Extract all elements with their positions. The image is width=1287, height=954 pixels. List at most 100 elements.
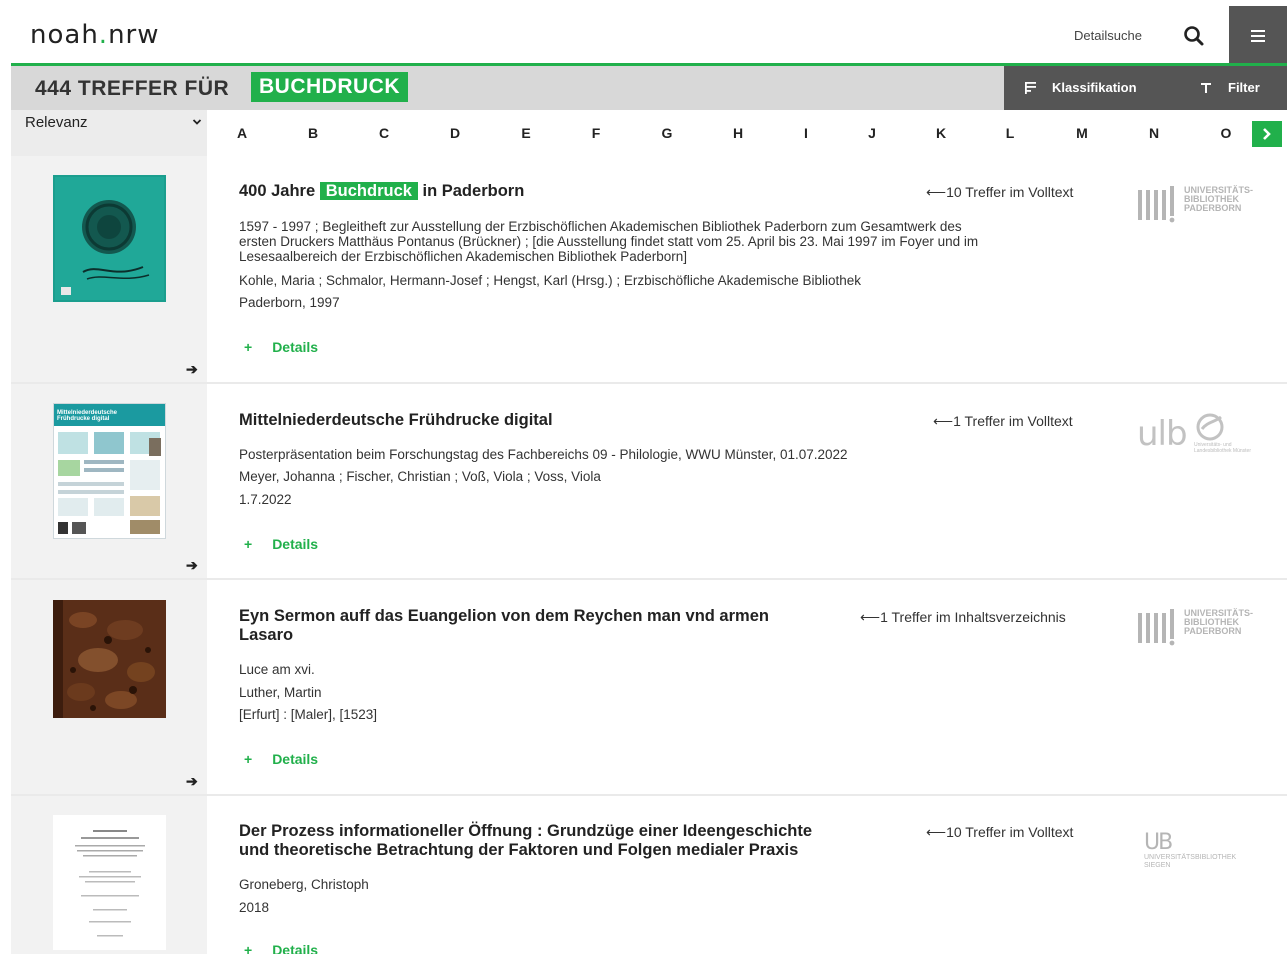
result-title[interactable]: 400 Jahre Buchdruck in Paderborn [239, 182, 524, 201]
ub-paderborn-wordmark: UNIVERSITÄTS- BIBLIOTHEK PADERBORN [1184, 186, 1253, 213]
ub-paderborn-line: PADERBORN [1184, 203, 1242, 213]
title-highlight: Buchdruck [319, 182, 418, 200]
book-cover-thumbnail[interactable] [53, 175, 166, 302]
result-authors: Meyer, Johanna ; Fischer, Christian ; Vo… [239, 469, 601, 484]
filter-label: Filter [1228, 80, 1260, 95]
klassifikation-button[interactable]: Klassifikation [1024, 80, 1137, 95]
alphabet-letter-j[interactable]: J [862, 125, 882, 141]
alphabet-letter-d[interactable]: D [445, 125, 465, 141]
chevron-right-icon [1263, 128, 1271, 140]
details-toggle[interactable]: + Details [244, 751, 318, 767]
plus-icon: + [244, 536, 253, 552]
details-label: Details [272, 942, 319, 954]
search-icon [1184, 26, 1204, 46]
result-description: Lesesaalbereich der Erzbischöflichen Aka… [239, 249, 688, 264]
title-line: Lasaro [239, 626, 294, 644]
search-term-badge: BUCHDRUCK [251, 72, 408, 102]
alphabet-letter-h[interactable]: H [728, 125, 748, 141]
arrow-right-icon[interactable]: ➔ [186, 361, 198, 378]
result-title[interactable]: Eyn Sermon auff das Euangelion von dem R… [239, 607, 769, 645]
result-description: ersten Druckers Matthäus Pontanus (Brück… [239, 234, 979, 249]
result-authors: Luther, Martin [239, 685, 322, 700]
hamburger-menu-button[interactable] [1229, 6, 1287, 64]
alphabet-letter-m[interactable]: M [1072, 125, 1092, 141]
filter-button[interactable]: Filter [1200, 80, 1260, 95]
logo-dot: . [98, 20, 109, 50]
arrow-right-icon[interactable]: ➔ [186, 773, 198, 790]
poster-body [58, 432, 161, 534]
sort-selected-value: Relevanz [25, 114, 88, 131]
alphabet-letter-e[interactable]: E [516, 125, 536, 141]
ub-siegen-line: UNIVERSITÄTSBIBLIOTHEK [1144, 854, 1237, 861]
result-authors: Groneberg, Christoph [239, 877, 369, 892]
hamburger-icon-line [1251, 35, 1265, 37]
alphabet-next-button[interactable] [1252, 121, 1282, 147]
ub-siegen-line: SIEGEN [1144, 862, 1171, 869]
plus-icon: + [244, 751, 253, 767]
arrow-right-icon[interactable]: ➔ [186, 557, 198, 574]
facet-bar: Klassifikation Filter [1004, 66, 1287, 110]
poster-thumbnail[interactable]: Mittelniederdeutsche Frühdrucke digital [53, 403, 166, 539]
toc-hits-link[interactable]: ⟵1 Treffer im Inhaltsverzeichnis [860, 609, 1066, 626]
alphabet-letter-l[interactable]: L [1000, 125, 1020, 141]
plus-icon: + [244, 339, 253, 355]
result-title[interactable]: Mittelniederdeutsche Frühdrucke digital [239, 411, 553, 430]
divider [11, 578, 1287, 580]
ub-paderborn-wordmark: UNIVERSITÄTS- BIBLIOTHEK PADERBORN [1184, 609, 1253, 636]
title-part: 400 Jahre [239, 182, 320, 200]
result-title[interactable]: Der Prozess informationeller Öffnung : G… [239, 822, 812, 860]
title-line: Der Prozess informationeller Öffnung : G… [239, 822, 813, 840]
details-label: Details [272, 536, 319, 552]
result-description: Posterpräsentation beim Forschungstag de… [239, 447, 848, 462]
divider [11, 382, 1287, 384]
results-count-bar: 444 TREFFER FÜR BUCHDRUCK [11, 66, 1004, 110]
details-toggle[interactable]: + Details [244, 942, 318, 954]
results-count: 444 TREFFER FÜR [35, 77, 230, 100]
fulltext-hits-link[interactable]: ⟵10 Treffer im Volltext [926, 184, 1073, 201]
detailsuche-link[interactable]: Detailsuche [1074, 28, 1142, 43]
chevron-down-icon [192, 119, 202, 125]
hamburger-icon-line [1251, 40, 1265, 42]
alphabet-letter-i[interactable]: I [796, 125, 816, 141]
site-logo[interactable]: noah.nrw [30, 20, 160, 50]
logo-nrw: nrw [108, 20, 160, 50]
ulb-subline-text: Landesbibliothek Münster [1194, 448, 1251, 454]
sort-select[interactable]: Relevanz [11, 110, 207, 156]
alphabet-letter-o[interactable]: O [1216, 125, 1236, 141]
ub-siegen-wordmark: UNIVERSITÄTSBIBLIOTHEK SIEGEN [1144, 854, 1236, 870]
result-publication: 1.7.2022 [239, 492, 292, 507]
alphabet-letter-k[interactable]: K [931, 125, 951, 141]
ulb-emblem-icon [1196, 413, 1224, 441]
alphabet-letter-n[interactable]: N [1144, 125, 1164, 141]
ub-paderborn-icon [1138, 186, 1175, 223]
poster-title-line: Frühdrucke digital [57, 416, 110, 422]
result-publication: 2018 [239, 900, 270, 915]
result-publication: [Erfurt] : [Maler], [1523] [239, 707, 378, 722]
poster-header: Mittelniederdeutsche Frühdrucke digital [54, 404, 165, 426]
search-button[interactable] [1180, 22, 1208, 50]
fulltext-hits-link[interactable]: ⟵10 Treffer im Volltext [926, 824, 1073, 841]
fulltext-hits-link[interactable]: ⟵1 Treffer im Volltext [933, 413, 1073, 430]
divider [11, 794, 1287, 796]
details-toggle[interactable]: + Details [244, 339, 318, 355]
result-publication: Paderborn, 1997 [239, 295, 340, 310]
alphabet-letter-f[interactable]: F [586, 125, 606, 141]
klassifikation-label: Klassifikation [1052, 80, 1137, 95]
title-line: Eyn Sermon auff das Euangelion von dem R… [239, 607, 769, 625]
hamburger-icon [1251, 30, 1265, 32]
alphabet-letter-b[interactable]: B [303, 125, 323, 141]
ulb-wordmark: ulb [1137, 414, 1188, 454]
alphabet-letter-a[interactable]: A [232, 125, 252, 141]
book-cover-thumbnail[interactable] [53, 815, 166, 950]
book-cover-thumbnail[interactable] [53, 600, 166, 718]
ub-siegen-mark: UB [1144, 830, 1173, 855]
details-toggle[interactable]: + Details [244, 536, 318, 552]
top-header: noah.nrw Detailsuche [0, 0, 1287, 64]
alphabet-letter-c[interactable]: C [374, 125, 394, 141]
result-description: 1597 - 1997 ; Begleitheft zur Ausstellun… [239, 219, 962, 234]
alphabet-letter-g[interactable]: G [657, 125, 677, 141]
filter-icon [1201, 82, 1211, 93]
ulb-subline: Universitäts- und Landesbibliothek Münst… [1194, 442, 1251, 454]
result-authors: Kohle, Maria ; Schmalor, Hermann-Josef ;… [239, 273, 862, 288]
plus-icon: + [244, 942, 253, 954]
